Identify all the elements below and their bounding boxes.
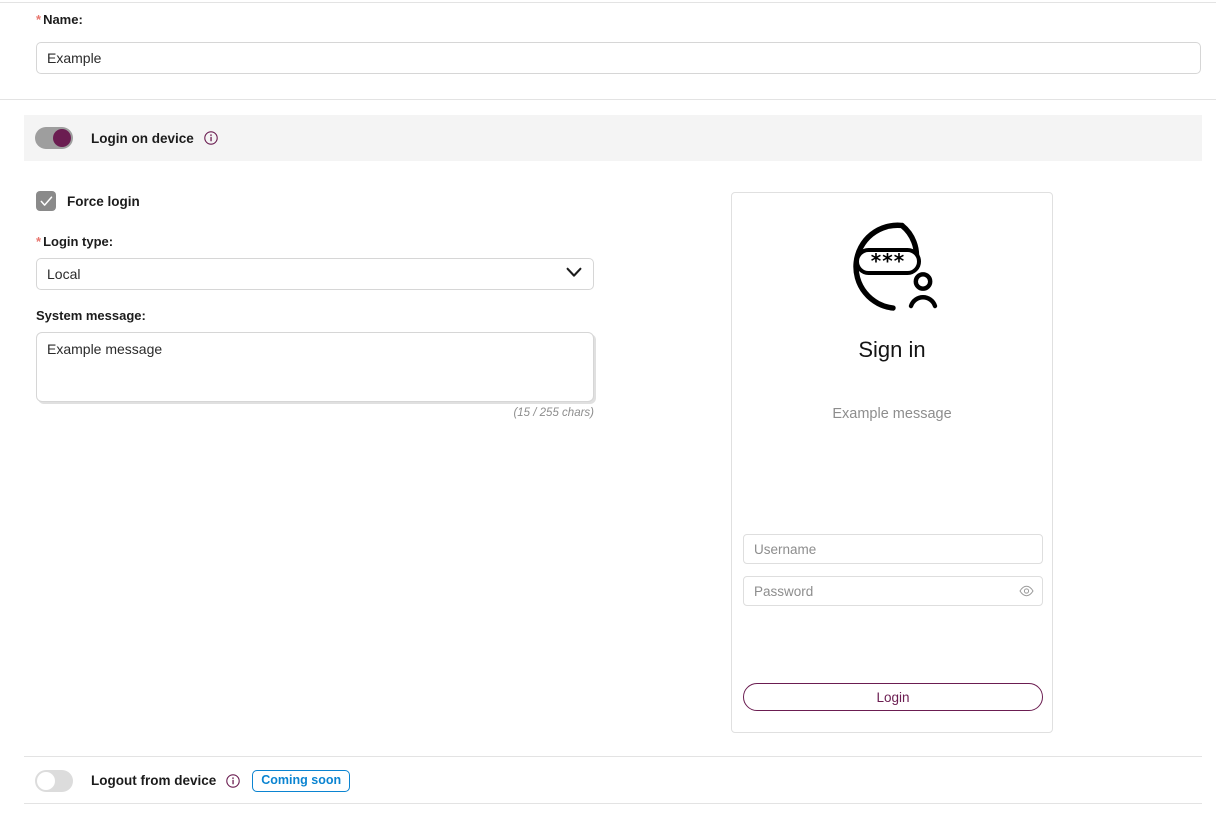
name-input[interactable] (36, 42, 1201, 74)
login-button[interactable]: Login (743, 683, 1043, 711)
system-message-textarea[interactable] (36, 332, 594, 402)
password-input[interactable] (743, 576, 1043, 606)
login-type-label-text: Login type: (43, 234, 114, 249)
divider-mid (0, 99, 1216, 100)
signin-title: Sign in (858, 337, 926, 362)
login-on-device-toggle[interactable] (35, 127, 73, 149)
system-message-wrap: (15 / 255 chars) (36, 332, 594, 419)
required-asterisk: * (36, 234, 42, 249)
toggle-knob (53, 129, 71, 147)
signin-system-message: Example message (832, 406, 952, 422)
divider-top (0, 2, 1216, 3)
logout-from-device-label: Logout from device (91, 773, 217, 788)
name-label-text: Name: (43, 12, 83, 27)
login-type-select[interactable]: Local (36, 258, 594, 290)
coming-soon-badge[interactable]: Coming soon (252, 769, 351, 792)
logout-from-device-toggle[interactable] (35, 769, 73, 792)
divider-bottom (24, 803, 1202, 804)
name-section: * Name: (0, 12, 1216, 74)
toggle-knob (37, 771, 55, 790)
login-on-device-bar: Login on device (24, 115, 1202, 161)
password-user-circle-icon: *** (853, 222, 938, 311)
info-circle-icon[interactable] (226, 773, 241, 788)
login-on-device-label: Login on device (91, 130, 194, 146)
force-login-row: Force login (36, 190, 594, 212)
info-circle-icon[interactable] (204, 131, 218, 145)
logout-from-device-bar: Logout from device Coming soon (24, 758, 1202, 803)
login-type-select-wrap: Local (36, 258, 594, 290)
password-wrap (743, 576, 1043, 606)
force-login-label: Force login (67, 193, 140, 209)
eye-icon[interactable] (1019, 585, 1034, 597)
username-input[interactable] (743, 534, 1043, 564)
divider-low (24, 756, 1202, 757)
system-message-label: System message: (36, 308, 146, 323)
signin-fields (743, 534, 1043, 606)
force-login-checkbox[interactable] (36, 191, 56, 211)
char-counter: (15 / 255 chars) (513, 407, 594, 419)
login-type-label: * Login type: (36, 234, 594, 250)
svg-text:***: *** (871, 249, 905, 273)
settings-page: *Name: Login on device Force login *Logi… (0, 0, 1216, 817)
required-asterisk: * (36, 12, 42, 27)
signin-preview-card: *** Sign in Example message Login (731, 192, 1053, 733)
name-label: * Name: (36, 12, 1216, 28)
login-settings-form: Force login * Login type: Local System me… (36, 190, 594, 419)
